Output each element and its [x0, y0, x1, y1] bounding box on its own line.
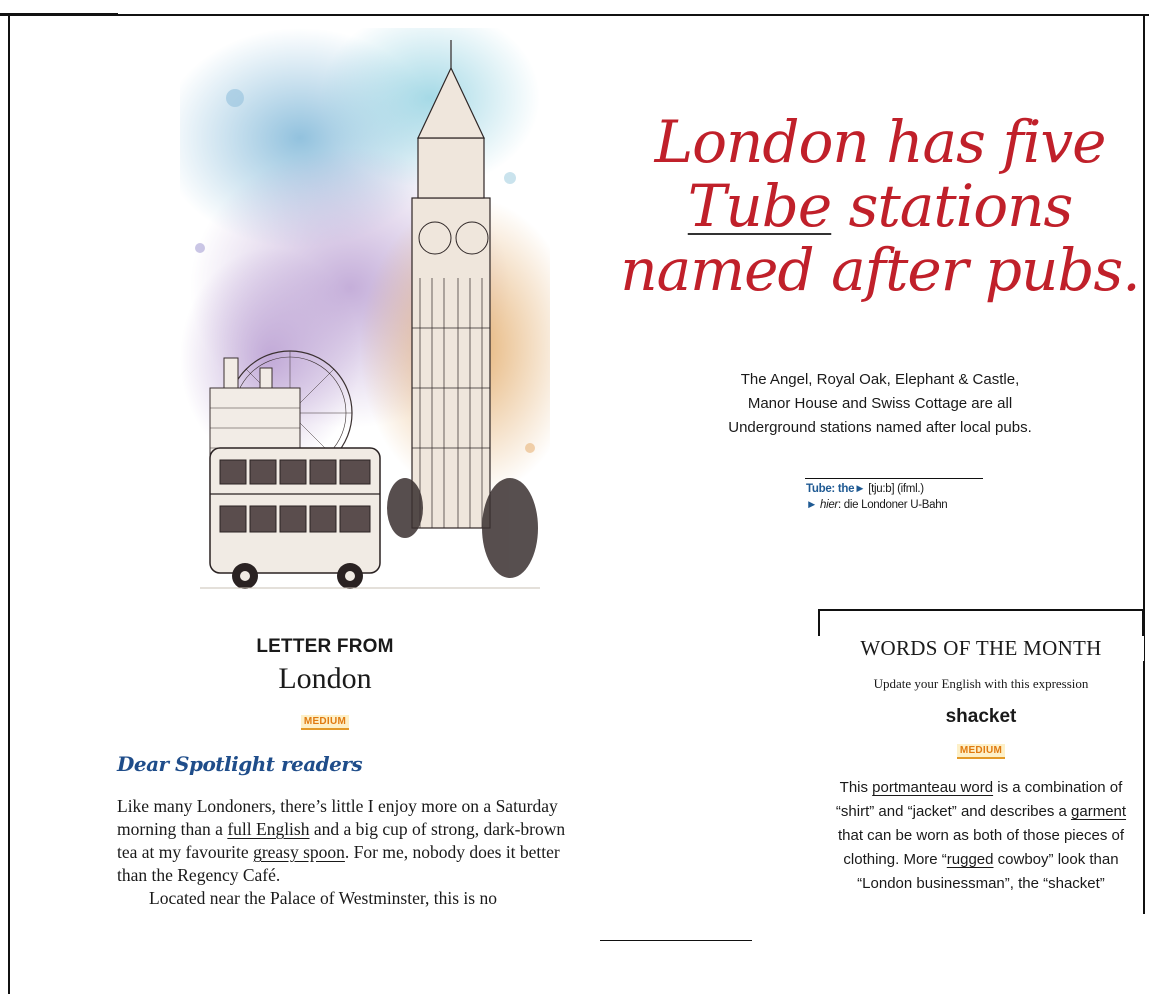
rugged-term: rugged	[946, 851, 994, 868]
gloss-term: Tube: the	[806, 483, 855, 495]
headline-line-2-rest: stations	[831, 172, 1074, 240]
gloss-pron: [tju:b] (ifml.)	[865, 483, 924, 495]
words-of-month-title: WORDS OF THE MONTH	[818, 636, 1144, 661]
letter-title: LETTER FROM	[256, 636, 394, 657]
headline-line-3: named after pubs.	[620, 236, 1140, 304]
letter-city: London	[278, 662, 372, 695]
headline-line-2: Tube stations	[620, 174, 1140, 238]
fact-text: The Angel, Royal Oak, Elephant & Castle,…	[690, 368, 1070, 440]
tube-glossary: Tube: the► [tju:b] (ifml.) ► hier: die L…	[806, 481, 1066, 513]
letter-body: Like many Londoners, there’s little I en…	[117, 795, 587, 910]
headline-line-1: London has five	[654, 108, 1107, 176]
letter-paragraph-1: Like many Londoners, there’s little I en…	[117, 795, 587, 887]
tube-term: Tube	[687, 172, 832, 240]
words-of-month-subtitle: Update your English with this expression	[873, 676, 1089, 691]
letter-level-wrap: MEDIUM	[210, 711, 440, 730]
level-badge: MEDIUM	[300, 715, 350, 730]
arrow-icon: ►	[854, 483, 866, 495]
frame-left-rule	[8, 14, 10, 994]
arrow-icon: ►	[806, 499, 820, 511]
portmanteau-term: portmanteau word	[872, 779, 994, 796]
featured-word: shacket	[945, 706, 1017, 727]
fact-line-2: Manor House and Swiss Cottage are all	[747, 395, 1013, 412]
greasy-spoon-term: greasy spoon	[253, 842, 345, 862]
gloss-meaning: : die Londoner U-Bahn	[837, 499, 948, 511]
fact-line-1: The Angel, Royal Oak, Elephant & Castle,	[740, 371, 1020, 388]
big-ben-illustration	[180, 28, 550, 589]
garment-term: garment	[1071, 803, 1127, 820]
footnote-rule	[600, 940, 752, 941]
fact-line-3: Underground stations named after local p…	[728, 419, 1032, 436]
text-run: This	[839, 779, 873, 796]
wom-level-wrap: MEDIUM	[818, 740, 1144, 759]
letter-greeting: Dear Spotlight readers	[117, 752, 363, 776]
letter-paragraph-2: Located near the Palace of Westminster, …	[149, 888, 497, 908]
frame-right-rule	[1143, 14, 1145, 914]
gloss-rule	[805, 478, 983, 479]
headline: London has five Tube stations named afte…	[620, 110, 1140, 302]
words-of-month-text: This portmanteau word is a combi­nation …	[830, 776, 1132, 896]
gloss-hier: hier	[819, 499, 838, 511]
full-english-term: full English	[227, 819, 310, 839]
frame-top-rule	[8, 14, 1149, 16]
level-badge: MEDIUM	[956, 744, 1006, 759]
